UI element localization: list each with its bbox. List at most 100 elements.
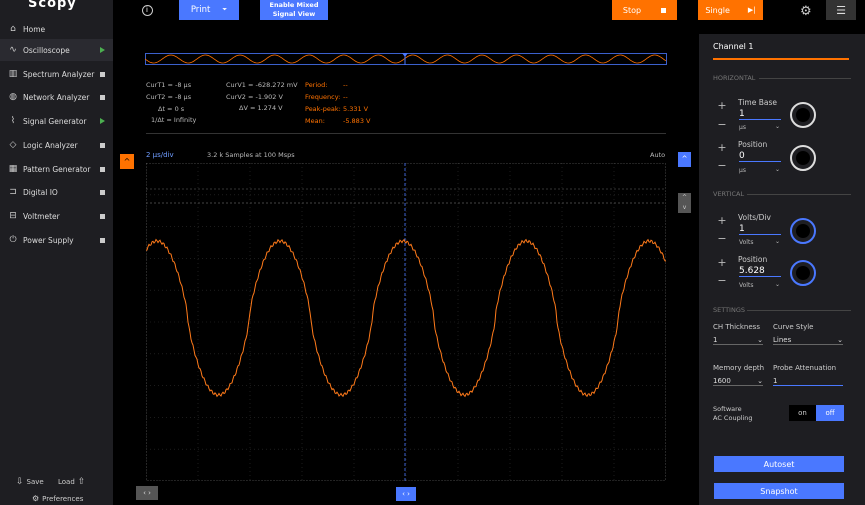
print-label: Print bbox=[190, 5, 211, 15]
ac-coupling-on[interactable]: on bbox=[789, 405, 816, 421]
sidebar-item-oscilloscope[interactable]: ∿ Oscilloscope bbox=[0, 39, 113, 61]
time-base-plus-button[interactable]: + bbox=[715, 99, 729, 113]
stopped-indicator-icon bbox=[100, 166, 105, 172]
volts-div-minus-button[interactable]: − bbox=[715, 232, 729, 246]
main-area: i Print ⏷ Enable Mixed Signal View Stop … bbox=[113, 0, 697, 505]
load-icon: ⇧ bbox=[77, 477, 86, 487]
ac-coupling-label: Software AC Coupling bbox=[713, 405, 753, 423]
sidebar-item-spectrum-analyzer[interactable]: ▥ Spectrum Analyzer bbox=[0, 63, 113, 85]
v-position-unit[interactable]: Volts bbox=[739, 282, 753, 289]
sidebar-item-home[interactable]: ⌂ Home bbox=[0, 18, 113, 40]
probe-attenuation-input[interactable]: 1 bbox=[773, 377, 843, 386]
mean-value: -5.883 V bbox=[343, 117, 371, 125]
time-base-knob[interactable] bbox=[790, 102, 816, 128]
h-position-knob[interactable] bbox=[790, 145, 816, 171]
volts-div-knob-inner bbox=[796, 224, 810, 238]
menu-button[interactable]: ☰ bbox=[826, 0, 856, 20]
curve-style-value: Lines bbox=[773, 336, 792, 344]
volts-div-plus-button[interactable]: + bbox=[715, 214, 729, 228]
memory-depth-label: Memory depth bbox=[713, 364, 765, 372]
overview-strip[interactable] bbox=[145, 53, 667, 65]
sidebar-item-digital-io[interactable]: ⊐ Digital IO bbox=[0, 181, 113, 203]
h-position-unit[interactable]: µs bbox=[739, 167, 746, 174]
thickness-dropdown[interactable]: 1 ⌄ bbox=[713, 336, 763, 345]
time-base-unit[interactable]: µs bbox=[739, 124, 746, 131]
stop-button[interactable]: Stop bbox=[612, 0, 677, 20]
channel-marker-button[interactable]: ^ bbox=[120, 154, 134, 169]
signal-icon: ⌇ bbox=[10, 116, 16, 126]
v-position-plus-button[interactable]: + bbox=[715, 256, 729, 270]
running-indicator-icon bbox=[100, 118, 105, 124]
volts-div-label: Volts/Div bbox=[738, 213, 771, 222]
sidebar-item-label: Logic Analyzer bbox=[23, 140, 78, 150]
h-position-input[interactable]: 0 bbox=[739, 151, 781, 162]
enable-mixed-signal-button[interactable]: Enable Mixed Signal View bbox=[260, 0, 328, 20]
print-button[interactable]: Print ⏷ bbox=[179, 0, 239, 20]
sidebar: Scopy ⌂ Home ∿ Oscilloscope ▥ Spectrum Analyz… bbox=[0, 0, 113, 505]
volts-div-unit-chevron-icon[interactable]: ⌄ bbox=[775, 238, 780, 245]
time-base-unit-chevron-icon[interactable]: ⌄ bbox=[775, 123, 780, 130]
sidebar-item-voltmeter[interactable]: ⊟ Voltmeter bbox=[0, 205, 113, 227]
sidebar-item-network-analyzer[interactable]: ◍ Network Analyzer bbox=[0, 86, 113, 108]
h-position-knob-inner bbox=[796, 151, 810, 165]
stopped-indicator-icon bbox=[100, 142, 105, 148]
sidebar-item-pattern-generator[interactable]: ▦ Pattern Generator bbox=[0, 158, 113, 180]
pattern-icon: ▦ bbox=[8, 164, 18, 174]
right-panel: Channel 1 HORIZONTAL + − Time Base 1 µs … bbox=[699, 34, 865, 505]
info-icon: i bbox=[141, 4, 153, 16]
horizontal-scroll-left-handle[interactable]: ‹ › bbox=[136, 486, 158, 500]
preferences-button[interactable]: ⚙ Preferences bbox=[32, 494, 83, 503]
h-position-label: Position bbox=[738, 140, 768, 149]
volts-div-knob[interactable] bbox=[790, 218, 816, 244]
volts-div-unit[interactable]: Volts bbox=[739, 239, 753, 246]
stopped-indicator-icon bbox=[100, 237, 105, 243]
ac-coupling-toggle[interactable]: on off bbox=[789, 405, 844, 421]
sidebar-item-label: Oscilloscope bbox=[23, 45, 70, 55]
plot-divider bbox=[146, 133, 666, 134]
autoset-button[interactable]: Autoset bbox=[714, 456, 844, 472]
horizontal-divider bbox=[759, 78, 851, 79]
curve-style-dropdown[interactable]: Lines ⌄ bbox=[773, 336, 843, 345]
single-button[interactable]: Single ▶| bbox=[698, 0, 763, 20]
sidebar-item-power-supply[interactable]: ⏻ Power Supply bbox=[0, 229, 113, 251]
channel-title-underline bbox=[713, 58, 849, 60]
trigger-up-button[interactable]: ^ bbox=[678, 152, 691, 167]
h-position-plus-button[interactable]: + bbox=[715, 141, 729, 155]
channel-title: Channel 1 bbox=[713, 42, 754, 51]
time-cursor-handle[interactable]: ‹ › bbox=[396, 487, 416, 501]
load-button[interactable]: Load ⇧ bbox=[58, 477, 85, 487]
ac-coupling-off[interactable]: off bbox=[816, 405, 844, 421]
horizontal-section: HORIZONTAL bbox=[713, 74, 756, 82]
snapshot-button[interactable]: Snapshot bbox=[714, 483, 844, 499]
volts-div-input[interactable]: 1 bbox=[739, 224, 781, 235]
mixed-label-2: Signal View bbox=[272, 10, 316, 18]
h-position-unit-chevron-icon[interactable]: ⌄ bbox=[775, 166, 780, 173]
save-button[interactable]: ⇩ Save bbox=[16, 477, 44, 487]
h-position-minus-button[interactable]: − bbox=[715, 159, 729, 173]
trigger-level-handle[interactable]: ^ v bbox=[678, 193, 691, 213]
ac-coupling-label-2: AC Coupling bbox=[713, 414, 753, 422]
time-base-minus-button[interactable]: − bbox=[715, 118, 729, 132]
sidebar-item-signal-generator[interactable]: ⌇ Signal Generator bbox=[0, 110, 113, 132]
time-base-knob-inner bbox=[796, 108, 810, 122]
mean-label: Mean: bbox=[305, 117, 325, 125]
v-position-input[interactable]: 5.628 bbox=[739, 266, 781, 277]
v-position-minus-button[interactable]: − bbox=[715, 274, 729, 288]
time-base-input[interactable]: 1 bbox=[739, 109, 781, 120]
stopped-indicator-icon bbox=[100, 71, 105, 77]
sidebar-item-label: Power Supply bbox=[23, 235, 74, 245]
sidebar-item-logic-analyzer[interactable]: ◇ Logic Analyzer bbox=[0, 134, 113, 156]
inv-delta-t: 1/Δt = Infinity bbox=[151, 116, 197, 124]
cur-t1: CurT1 = -8 µs bbox=[146, 81, 192, 89]
mixed-label-1: Enable Mixed bbox=[269, 1, 319, 9]
stop-label: Stop bbox=[622, 5, 642, 15]
v-position-knob[interactable] bbox=[790, 260, 816, 286]
digital-io-icon: ⊐ bbox=[9, 187, 17, 197]
memory-depth-dropdown[interactable]: 1600 ⌄ bbox=[713, 377, 763, 386]
cur-v1: CurV1 = -628.272 mV bbox=[226, 81, 298, 89]
settings-button[interactable]: ⚙ bbox=[800, 4, 812, 19]
oscilloscope-plot[interactable] bbox=[146, 163, 666, 481]
oscilloscope-icon: ∿ bbox=[9, 45, 17, 55]
v-position-unit-chevron-icon[interactable]: ⌄ bbox=[775, 281, 780, 288]
info-button[interactable]: i bbox=[140, 0, 154, 20]
